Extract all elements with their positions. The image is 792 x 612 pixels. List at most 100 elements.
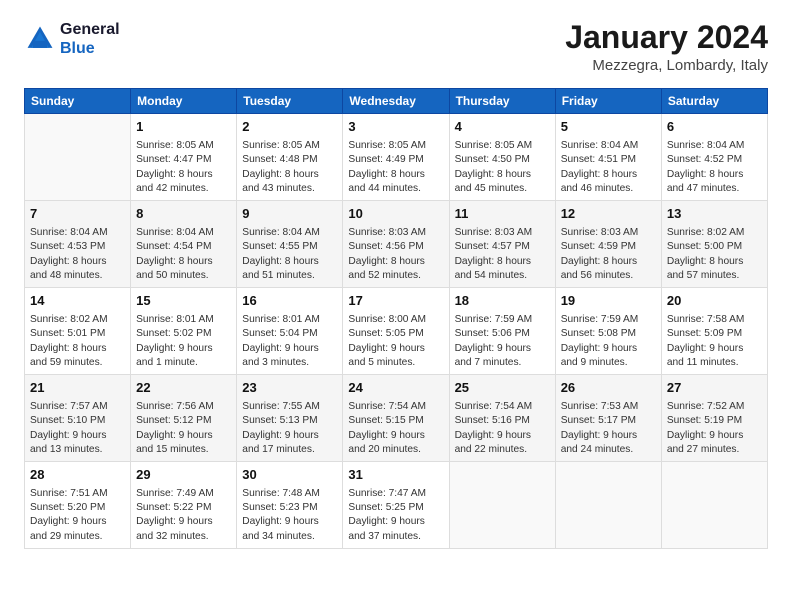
day-number: 12 <box>561 205 656 224</box>
table-row: 23Sunrise: 7:55 AM Sunset: 5:13 PM Dayli… <box>237 375 343 462</box>
logo-text: General Blue <box>60 20 120 58</box>
day-info: Sunrise: 7:55 AM Sunset: 5:13 PM Dayligh… <box>242 400 337 457</box>
day-number: 2 <box>242 118 337 137</box>
day-number: 6 <box>667 118 762 137</box>
day-number: 18 <box>455 292 550 311</box>
day-number: 9 <box>242 205 337 224</box>
header-friday: Friday <box>555 89 661 114</box>
table-row: 19Sunrise: 7:59 AM Sunset: 5:08 PM Dayli… <box>555 288 661 375</box>
calendar-header-row: Sunday Monday Tuesday Wednesday Thursday… <box>25 89 768 114</box>
table-row <box>661 462 767 549</box>
table-row: 14 Sunrise: 8:02 AM Sunset: 5:01 PM Dayli… <box>25 288 131 375</box>
day-number: 21 <box>30 379 125 398</box>
day-number: 3 <box>348 118 443 137</box>
day-info: Sunrise: 8:04 AM Sunset: 4:51 PM Dayligh… <box>561 139 656 196</box>
day-number: 27 <box>667 379 762 398</box>
day-info: Sunrise: 7:47 AM Sunset: 5:25 PM Dayligh… <box>348 487 443 544</box>
day-info: Sunrise: 8:05 AM Sunset: 4:49 PM Dayligh… <box>348 139 443 196</box>
title-block: January 2024 Mezzegra, Lombardy, Italy <box>565 20 768 74</box>
header-thursday: Thursday <box>449 89 555 114</box>
table-row: 15Sunrise: 8:01 AM Sunset: 5:02 PM Dayli… <box>131 288 237 375</box>
day-number: 17 <box>348 292 443 311</box>
table-row: 26 Sunrise: 7:53 AM Sunset: 5:17 PM Dayli… <box>555 375 661 462</box>
calendar-week-row: 28 Sunrise: 7:51 AM Sunset: 5:20 PM Dayli… <box>25 462 768 549</box>
logo: General Blue <box>24 20 120 58</box>
day-info: Sunrise: 7:52 AM Sunset: 5:19 PM Dayligh… <box>667 400 762 457</box>
table-row: 11Sunrise: 8:03 AM Sunset: 4:57 PM Dayli… <box>449 201 555 288</box>
table-row: 31 Sunrise: 7:47 AM Sunset: 5:25 PM Dayli… <box>343 462 449 549</box>
day-number: 25 <box>455 379 550 398</box>
day-number: 19 <box>561 292 656 311</box>
table-row: 16Sunrise: 8:01 AM Sunset: 5:04 PM Dayli… <box>237 288 343 375</box>
table-row: 5 Sunrise: 8:04 AM Sunset: 4:51 PM Daylig… <box>555 114 661 201</box>
calendar-week-row: 7 Sunrise: 8:04 AM Sunset: 4:53 PM Daylig… <box>25 201 768 288</box>
day-info: Sunrise: 7:49 AM Sunset: 5:22 PM Dayligh… <box>136 487 231 544</box>
calendar-week-row: 21 Sunrise: 7:57 AM Sunset: 5:10 PM Dayli… <box>25 375 768 462</box>
day-number: 5 <box>561 118 656 137</box>
calendar-week-row: 1 Sunrise: 8:05 AM Sunset: 4:47 PM Daylig… <box>25 114 768 201</box>
day-info: Sunrise: 7:53 AM Sunset: 5:17 PM Dayligh… <box>561 400 656 457</box>
day-info: Sunrise: 8:05 AM Sunset: 4:47 PM Dayligh… <box>136 139 231 196</box>
table-row: 24 Sunrise: 7:54 AM Sunset: 5:15 PM Dayli… <box>343 375 449 462</box>
month-title: January 2024 <box>565 20 768 55</box>
table-row: 2 Sunrise: 8:05 AM Sunset: 4:48 PM Daylig… <box>237 114 343 201</box>
header-monday: Monday <box>131 89 237 114</box>
table-row: 7 Sunrise: 8:04 AM Sunset: 4:53 PM Daylig… <box>25 201 131 288</box>
table-row: 10 Sunrise: 8:03 AM Sunset: 4:56 PM Dayli… <box>343 201 449 288</box>
logo-icon <box>24 23 56 55</box>
header: General Blue January 2024 Mezzegra, Lomb… <box>24 20 768 74</box>
table-row: 8Sunrise: 8:04 AM Sunset: 4:54 PM Daylig… <box>131 201 237 288</box>
day-info: Sunrise: 8:04 AM Sunset: 4:55 PM Dayligh… <box>242 226 337 283</box>
day-info: Sunrise: 7:51 AM Sunset: 5:20 PM Dayligh… <box>30 487 125 544</box>
table-row: 27 Sunrise: 7:52 AM Sunset: 5:19 PM Dayli… <box>661 375 767 462</box>
table-row: 28 Sunrise: 7:51 AM Sunset: 5:20 PM Dayli… <box>25 462 131 549</box>
table-row: 18 Sunrise: 7:59 AM Sunset: 5:06 PM Dayli… <box>449 288 555 375</box>
location: Mezzegra, Lombardy, Italy <box>565 57 768 74</box>
day-info: Sunrise: 7:48 AM Sunset: 5:23 PM Dayligh… <box>242 487 337 544</box>
day-number: 4 <box>455 118 550 137</box>
day-number: 30 <box>242 466 337 485</box>
table-row: 1 Sunrise: 8:05 AM Sunset: 4:47 PM Daylig… <box>131 114 237 201</box>
table-row <box>555 462 661 549</box>
day-info: Sunrise: 8:01 AM Sunset: 5:04 PM Dayligh… <box>242 313 337 370</box>
table-row: 30 Sunrise: 7:48 AM Sunset: 5:23 PM Dayli… <box>237 462 343 549</box>
table-row <box>449 462 555 549</box>
day-number: 13 <box>667 205 762 224</box>
table-row: 3 Sunrise: 8:05 AM Sunset: 4:49 PM Daylig… <box>343 114 449 201</box>
calendar-week-row: 14 Sunrise: 8:02 AM Sunset: 5:01 PM Dayli… <box>25 288 768 375</box>
day-number: 24 <box>348 379 443 398</box>
day-info: Sunrise: 7:57 AM Sunset: 5:10 PM Dayligh… <box>30 400 125 457</box>
table-row: 29Sunrise: 7:49 AM Sunset: 5:22 PM Dayli… <box>131 462 237 549</box>
day-number: 31 <box>348 466 443 485</box>
day-number: 1 <box>136 118 231 137</box>
day-number: 8 <box>136 205 231 224</box>
day-info: Sunrise: 8:03 AM Sunset: 4:56 PM Dayligh… <box>348 226 443 283</box>
day-number: 7 <box>30 205 125 224</box>
day-number: 28 <box>30 466 125 485</box>
day-info: Sunrise: 7:58 AM Sunset: 5:09 PM Dayligh… <box>667 313 762 370</box>
table-row: 6 Sunrise: 8:04 AM Sunset: 4:52 PM Daylig… <box>661 114 767 201</box>
day-number: 14 <box>30 292 125 311</box>
day-info: Sunrise: 7:56 AM Sunset: 5:12 PM Dayligh… <box>136 400 231 457</box>
day-info: Sunrise: 8:03 AM Sunset: 4:57 PM Dayligh… <box>455 226 550 283</box>
table-row: 25 Sunrise: 7:54 AM Sunset: 5:16 PM Dayli… <box>449 375 555 462</box>
table-row: 17 Sunrise: 8:00 AM Sunset: 5:05 PM Dayli… <box>343 288 449 375</box>
table-row: 21 Sunrise: 7:57 AM Sunset: 5:10 PM Dayli… <box>25 375 131 462</box>
day-info: Sunrise: 8:00 AM Sunset: 5:05 PM Dayligh… <box>348 313 443 370</box>
day-info: Sunrise: 8:04 AM Sunset: 4:52 PM Dayligh… <box>667 139 762 196</box>
day-info: Sunrise: 7:54 AM Sunset: 5:15 PM Dayligh… <box>348 400 443 457</box>
table-row: 12Sunrise: 8:03 AM Sunset: 4:59 PM Dayli… <box>555 201 661 288</box>
table-row: 22 Sunrise: 7:56 AM Sunset: 5:12 PM Dayli… <box>131 375 237 462</box>
day-info: Sunrise: 7:59 AM Sunset: 5:06 PM Dayligh… <box>455 313 550 370</box>
day-info: Sunrise: 8:04 AM Sunset: 4:53 PM Dayligh… <box>30 226 125 283</box>
day-number: 22 <box>136 379 231 398</box>
calendar-table: Sunday Monday Tuesday Wednesday Thursday… <box>24 88 768 549</box>
day-number: 10 <box>348 205 443 224</box>
day-info: Sunrise: 7:54 AM Sunset: 5:16 PM Dayligh… <box>455 400 550 457</box>
header-tuesday: Tuesday <box>237 89 343 114</box>
day-info: Sunrise: 8:02 AM Sunset: 5:01 PM Dayligh… <box>30 313 125 370</box>
page: General Blue January 2024 Mezzegra, Lomb… <box>0 0 792 565</box>
header-saturday: Saturday <box>661 89 767 114</box>
day-number: 26 <box>561 379 656 398</box>
day-info: Sunrise: 8:05 AM Sunset: 4:48 PM Dayligh… <box>242 139 337 196</box>
